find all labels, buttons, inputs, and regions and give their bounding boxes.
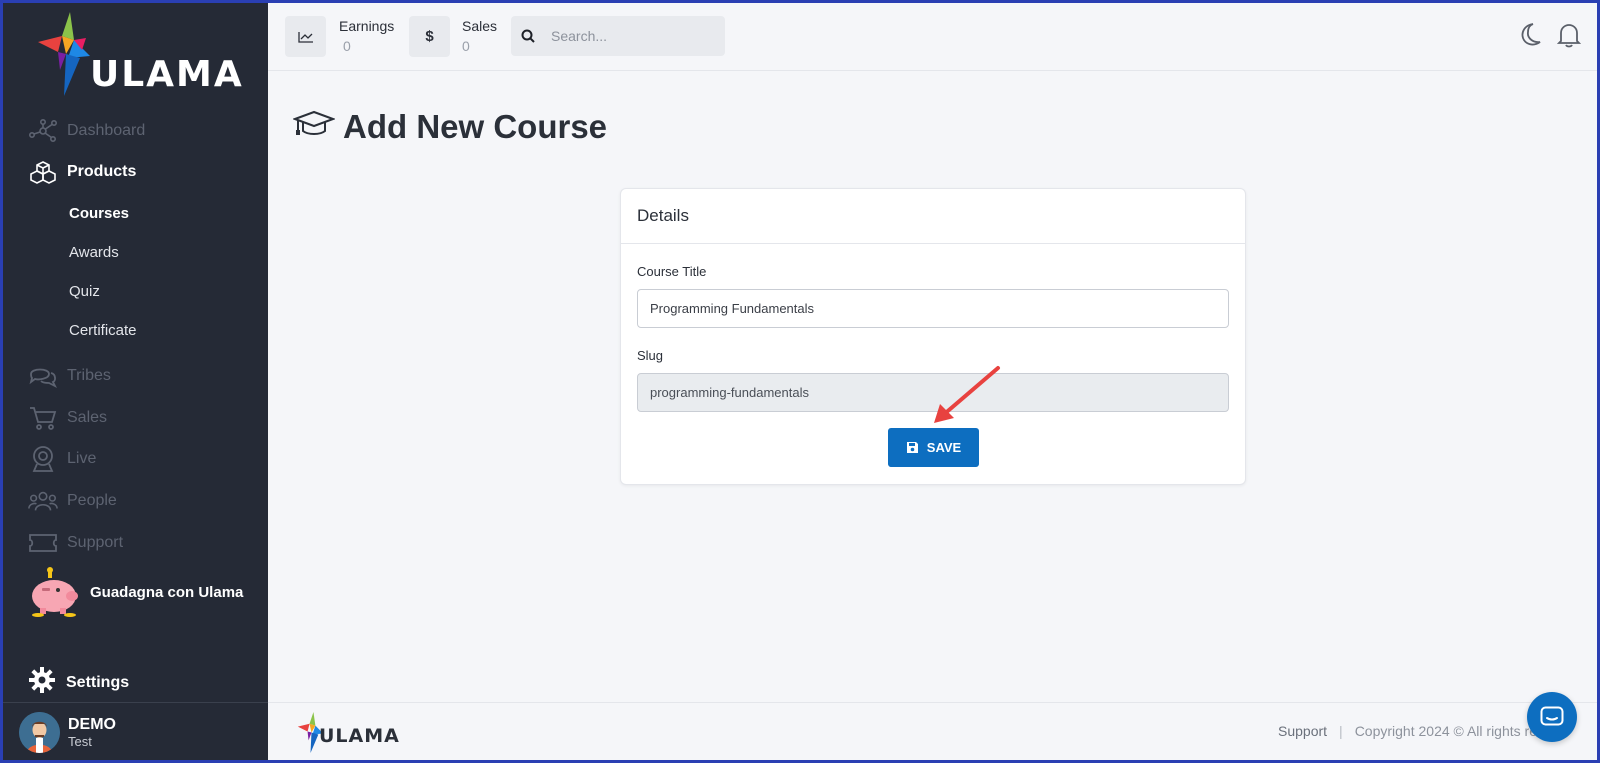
sidebar-item-dashboard[interactable]: Dashboard bbox=[28, 116, 145, 146]
sales-label: Sales bbox=[462, 18, 498, 34]
cubes-icon bbox=[28, 157, 58, 187]
search-input[interactable] bbox=[551, 28, 711, 44]
piggy-bank-icon bbox=[32, 567, 78, 617]
footer-logo-text: ULAMA bbox=[319, 725, 400, 747]
user-profile[interactable]: DEMO Test bbox=[19, 712, 116, 753]
sidebar-item-products[interactable]: Products bbox=[28, 157, 136, 187]
settings-label: Settings bbox=[66, 673, 130, 691]
sidebar-subitem-certificate[interactable]: Certificate bbox=[69, 322, 137, 339]
sales-value: 0 bbox=[462, 38, 470, 54]
dollar-icon[interactable]: $ bbox=[409, 16, 450, 57]
ticket-icon bbox=[28, 528, 58, 558]
bell-icon[interactable] bbox=[1554, 20, 1584, 50]
gear-icon bbox=[28, 666, 56, 699]
sidebar-item-label: Products bbox=[67, 163, 137, 180]
sidebar-item-tribes[interactable]: Tribes bbox=[28, 361, 111, 391]
sidebar-subitem-courses[interactable]: Courses bbox=[69, 205, 129, 222]
chat-launcher-button[interactable] bbox=[1527, 692, 1577, 742]
sidebar-subitem-quiz[interactable]: Quiz bbox=[69, 283, 100, 300]
footer-logo[interactable]: ULAMA bbox=[293, 711, 403, 755]
divider bbox=[0, 702, 268, 703]
avatar bbox=[19, 712, 60, 753]
earn-with-ulama[interactable]: Guadagna con Ulama bbox=[28, 566, 243, 618]
search-box[interactable] bbox=[511, 16, 725, 56]
footer: ULAMA Support | Copyright 2024 © All right… bbox=[268, 702, 1600, 763]
cart-icon bbox=[28, 403, 58, 433]
annotation-arrow bbox=[934, 366, 1000, 423]
ulama-logo[interactable]: ULAMA bbox=[30, 10, 242, 100]
separator: | bbox=[1339, 723, 1343, 739]
sidebar-item-live[interactable]: Live bbox=[28, 444, 96, 474]
people-icon bbox=[28, 486, 58, 516]
card-title: Details bbox=[621, 189, 1245, 244]
sidebar-item-support[interactable]: Support bbox=[28, 528, 123, 558]
network-icon bbox=[28, 116, 58, 146]
sidebar-item-label: Live bbox=[67, 450, 97, 467]
slug-label: Slug bbox=[637, 348, 664, 363]
user-role: Test bbox=[68, 734, 92, 749]
user-name: DEMO bbox=[68, 716, 116, 733]
webcam-icon bbox=[28, 444, 58, 474]
footer-links: Support | Copyright 2024 © All rights res bbox=[1278, 723, 1544, 739]
floppy-disk-icon bbox=[906, 441, 919, 454]
earnings-label: Earnings bbox=[339, 18, 395, 34]
course-title-label: Course Title bbox=[637, 264, 707, 279]
copyright-text: Copyright 2024 © All rights res bbox=[1354, 723, 1544, 739]
sidebar-item-label: Support bbox=[67, 534, 124, 551]
sidebar-item-people[interactable]: People bbox=[28, 486, 117, 516]
sidebar-item-label: People bbox=[67, 492, 117, 509]
page-title: Add New Course bbox=[292, 108, 608, 146]
sidebar-item-settings[interactable]: Settings bbox=[28, 666, 129, 699]
sidebar-subitem-awards[interactable]: Awards bbox=[69, 244, 119, 261]
save-button[interactable]: SAVE bbox=[888, 428, 979, 467]
sidebar-item-label: Dashboard bbox=[67, 122, 146, 139]
search-icon bbox=[511, 29, 545, 43]
graduation-cap-icon bbox=[292, 108, 336, 146]
sidebar: ULAMA Dashboard Products Courses Awards … bbox=[0, 0, 268, 763]
course-title-input[interactable] bbox=[637, 289, 1229, 328]
page-title-text: Add New Course bbox=[343, 108, 608, 145]
chat-icon bbox=[1540, 706, 1564, 726]
sidebar-item-label: Tribes bbox=[67, 367, 111, 384]
support-link[interactable]: Support bbox=[1278, 723, 1327, 739]
earnings-chart-icon[interactable] bbox=[285, 16, 326, 57]
sidebar-item-sales[interactable]: Sales bbox=[28, 403, 107, 433]
earn-label: Guadagna con Ulama bbox=[90, 583, 244, 601]
earnings-value: 0 bbox=[343, 38, 351, 54]
save-button-label: SAVE bbox=[926, 440, 962, 455]
sidebar-item-label: Sales bbox=[67, 409, 108, 426]
top-bar: Earnings 0 $ Sales 0 bbox=[268, 0, 1600, 71]
chat-bubbles-icon bbox=[28, 361, 58, 391]
moon-icon[interactable] bbox=[1515, 20, 1545, 50]
logo-text: ULAMA bbox=[90, 54, 244, 95]
details-card: Details Course Title Slug SAVE bbox=[620, 188, 1246, 485]
